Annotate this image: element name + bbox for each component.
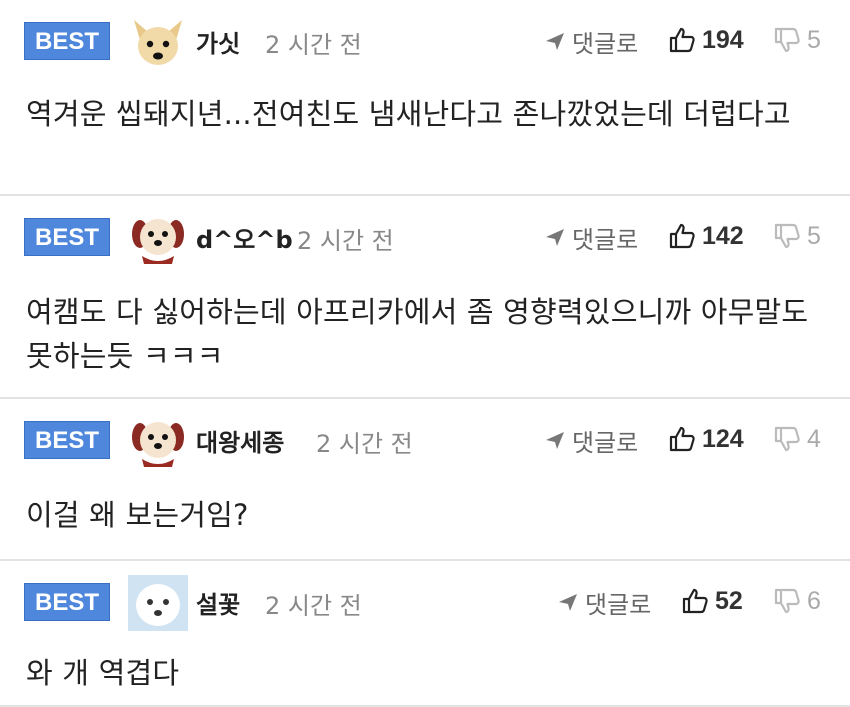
reply-button[interactable]: 댓글로 — [544, 24, 638, 58]
like-button[interactable]: 194 — [668, 22, 744, 58]
dislike-count: 4 — [807, 424, 821, 453]
nickname[interactable]: 대왕세종 — [196, 423, 284, 458]
chihuahua-avatar-icon[interactable] — [128, 14, 188, 70]
like-count: 52 — [715, 586, 743, 615]
thumbs-down-icon — [773, 587, 801, 615]
white-dog-avatar-icon[interactable] — [128, 575, 188, 631]
best-badge: BEST — [24, 218, 110, 256]
reply-button[interactable]: 댓글로 — [544, 220, 638, 254]
thumbs-up-icon — [681, 587, 709, 615]
reply-label: 댓글로 — [572, 225, 639, 254]
comment-text: 여캠도 다 싫어하는데 아프리카에서 좀 영향력있으니까 아무말도 못하는듯 ㅋ… — [26, 295, 809, 373]
comment-item: BEST d^오^b 2 시간 전 댓글로 142 5 여캠도 다 싫어하는데 … — [0, 196, 850, 399]
reply-arrow-icon — [544, 429, 566, 451]
dislike-button[interactable]: 5 — [773, 22, 821, 58]
thumbs-up-icon — [668, 425, 696, 453]
comment-text: 역겨운 씹돼지년...전여친도 냄새난다고 존나깠었는데 더럽다고 — [26, 97, 791, 131]
best-badge: BEST — [24, 583, 110, 621]
comment-header: BEST 가싯 2 시간 전 댓글로 194 5 — [0, 14, 850, 65]
timestamp: 2 시간 전 — [316, 430, 413, 458]
thumbs-down-icon — [773, 222, 801, 250]
reply-label: 댓글로 — [585, 590, 652, 619]
reply-arrow-icon — [544, 226, 566, 248]
best-badge: BEST — [24, 421, 110, 459]
dislike-button[interactable]: 4 — [773, 421, 821, 457]
nickname[interactable]: d^오^b — [196, 220, 293, 255]
reply-button[interactable]: 댓글로 — [544, 423, 638, 457]
like-button[interactable]: 142 — [668, 218, 744, 254]
like-button[interactable]: 52 — [681, 583, 743, 619]
comment-text: 이걸 왜 보는거임? — [26, 498, 249, 532]
reply-label: 댓글로 — [572, 29, 639, 58]
dislike-button[interactable]: 6 — [773, 583, 821, 619]
comment-header: BEST d^오^b 2 시간 전 댓글로 142 5 — [0, 210, 850, 264]
like-count: 124 — [702, 424, 744, 453]
comment-item: BEST 가싯 2 시간 전 댓글로 194 5 역겨운 씹돼지년...전여친도… — [0, 0, 850, 196]
like-count: 142 — [702, 221, 744, 250]
puppy-avatar-icon[interactable] — [128, 413, 188, 469]
nickname[interactable]: 설꽃 — [196, 585, 240, 620]
timestamp: 2 시간 전 — [265, 31, 362, 59]
best-badge: BEST — [24, 22, 110, 60]
dislike-button[interactable]: 5 — [773, 218, 821, 254]
timestamp: 2 시간 전 — [265, 592, 362, 620]
dislike-count: 6 — [807, 586, 821, 615]
timestamp: 2 시간 전 — [297, 227, 394, 255]
thumbs-down-icon — [773, 425, 801, 453]
reply-button[interactable]: 댓글로 — [557, 585, 651, 619]
reply-arrow-icon — [557, 591, 579, 613]
comment-header: BEST 설꽃 2 시간 전 댓글로 52 6 — [0, 575, 850, 631]
thumbs-up-icon — [668, 26, 696, 54]
comment-text: 와 개 역겹다 — [26, 656, 180, 690]
dislike-count: 5 — [807, 221, 821, 250]
comment-item: BEST 설꽃 2 시간 전 댓글로 52 6 와 개 역겹다 — [0, 561, 850, 707]
puppy-avatar-icon[interactable] — [128, 210, 188, 266]
comment-header: BEST 대왕세종 2 시간 전 댓글로 124 4 — [0, 413, 850, 467]
comment-item: BEST 대왕세종 2 시간 전 댓글로 124 4 이걸 왜 보는거임? — [0, 399, 850, 561]
dislike-count: 5 — [807, 25, 821, 54]
thumbs-down-icon — [773, 26, 801, 54]
like-count: 194 — [702, 25, 744, 54]
reply-arrow-icon — [544, 30, 566, 52]
nickname[interactable]: 가싯 — [196, 24, 240, 59]
reply-label: 댓글로 — [572, 428, 639, 457]
thumbs-up-icon — [668, 222, 696, 250]
like-button[interactable]: 124 — [668, 421, 744, 457]
